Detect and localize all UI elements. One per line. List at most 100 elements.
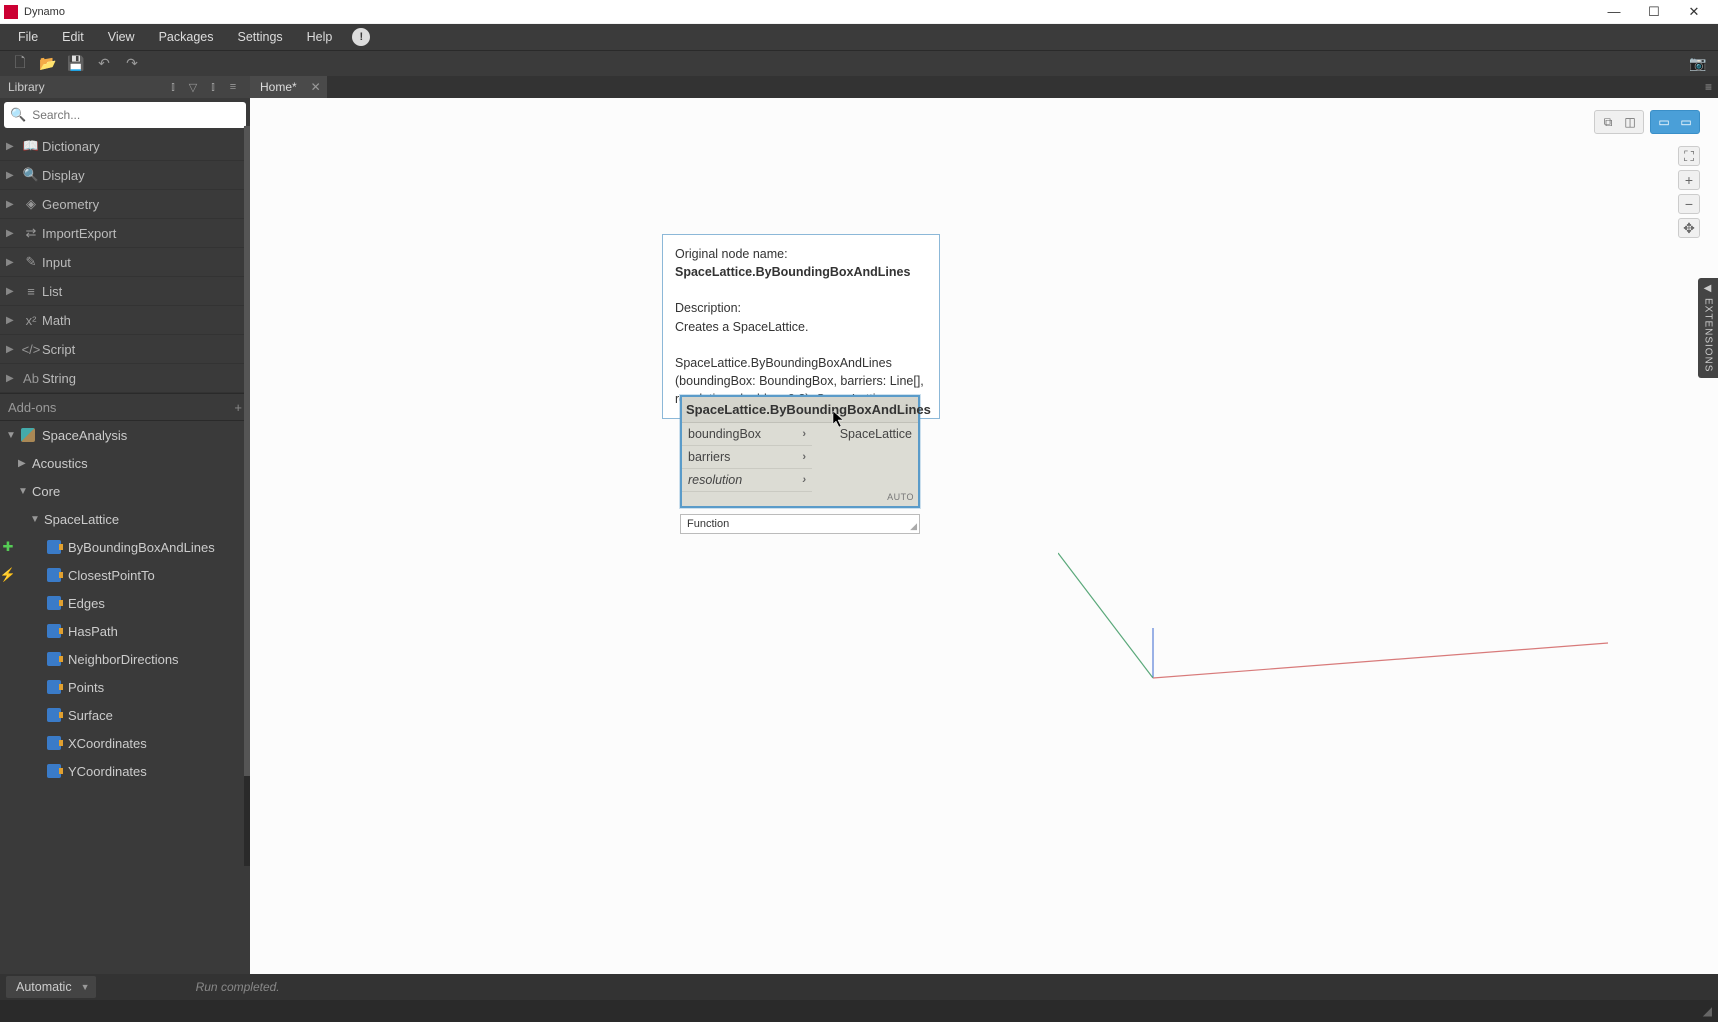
close-tab-icon[interactable]: ✕ bbox=[311, 80, 321, 94]
category-geometry[interactable]: ▶◈Geometry bbox=[0, 190, 250, 219]
workspace: Home* ✕ ≡ Original node name: SpaceLatti… bbox=[250, 76, 1718, 974]
search-icon: 🔍 bbox=[10, 107, 26, 123]
screenshot-button[interactable]: 📷 bbox=[1684, 53, 1712, 75]
category-importexport[interactable]: ▶⇄ImportExport bbox=[0, 219, 250, 248]
resize-handle-icon[interactable]: ◢ bbox=[910, 521, 917, 532]
tab-menu-icon[interactable]: ≡ bbox=[1705, 80, 1712, 94]
zoom-out-button[interactable]: − bbox=[1678, 194, 1700, 214]
graph-canvas[interactable]: Original node name: SpaceLattice.ByBound… bbox=[250, 98, 1718, 974]
dictionary-icon: 📖 bbox=[20, 138, 42, 154]
search-input[interactable] bbox=[32, 108, 240, 122]
redo-button[interactable]: ↷ bbox=[118, 53, 146, 75]
view-3d-toggle-group: ⧉ ◫ bbox=[1594, 110, 1644, 134]
notification-icon[interactable]: ! bbox=[352, 28, 370, 46]
tree-core[interactable]: ▼ Core bbox=[0, 477, 250, 505]
node-icon bbox=[46, 623, 62, 639]
category-dictionary[interactable]: ▶📖Dictionary bbox=[0, 132, 250, 161]
library-menu-icon[interactable]: ≡ bbox=[224, 78, 242, 96]
status-bar: Automatic ▼ Run completed. bbox=[0, 974, 1718, 1000]
tree-node-neighbordirections[interactable]: NeighborDirections bbox=[0, 645, 250, 673]
new-file-button[interactable]: 🗋 bbox=[6, 53, 34, 75]
view-box-icon[interactable]: ◫ bbox=[1619, 113, 1641, 131]
category-input[interactable]: ▶✎Input bbox=[0, 248, 250, 277]
library-title: Library bbox=[8, 80, 162, 94]
node-title[interactable]: SpaceLattice.ByBoundingBoxAndLines bbox=[682, 397, 918, 423]
menu-packages[interactable]: Packages bbox=[147, 26, 226, 48]
save-button[interactable]: 💾 bbox=[62, 53, 90, 75]
pan-button[interactable]: ✥ bbox=[1678, 218, 1700, 238]
node-icon bbox=[46, 707, 62, 723]
open-file-button[interactable]: 📂 bbox=[34, 53, 62, 75]
app-title: Dynamo bbox=[24, 6, 1594, 18]
tree-node-ycoordinates[interactable]: YCoordinates bbox=[0, 757, 250, 785]
tree-node-byboundingboxandlines[interactable]: ✚ ByBoundingBoxAndLines bbox=[0, 533, 250, 561]
run-mode-dropdown[interactable]: Automatic ▼ bbox=[6, 976, 96, 998]
tree-node-haspath[interactable]: HasPath bbox=[0, 617, 250, 645]
tab-bar: Home* ✕ ≡ bbox=[250, 76, 1718, 98]
status-message: Run completed. bbox=[196, 980, 280, 994]
node-icon bbox=[46, 651, 62, 667]
node-input-resolution[interactable]: resolution› bbox=[682, 469, 812, 492]
menu-edit[interactable]: Edit bbox=[50, 26, 96, 48]
category-string[interactable]: ▶AbString bbox=[0, 364, 250, 393]
close-button[interactable]: ✕ bbox=[1674, 0, 1714, 24]
minimize-button[interactable]: — bbox=[1594, 0, 1634, 24]
menu-settings[interactable]: Settings bbox=[225, 26, 294, 48]
view-link-icon[interactable]: ⧉ bbox=[1597, 113, 1619, 131]
canvas-view-controls: ⧉ ◫ ▭ ▭ bbox=[1594, 110, 1700, 134]
add-package-icon[interactable]: + bbox=[234, 400, 242, 415]
fit-view-button[interactable]: ⛶ bbox=[1678, 146, 1700, 166]
graph-node-spacelattice[interactable]: SpaceLattice.ByBoundingBoxAndLines bound… bbox=[680, 395, 920, 508]
node-input-barriers[interactable]: barriers› bbox=[682, 446, 812, 469]
resize-grip-icon[interactable]: ◢ bbox=[1703, 1004, 1712, 1018]
node-icon bbox=[46, 539, 62, 555]
library-list[interactable]: ▶📖Dictionary ▶🔍Display ▶◈Geometry ▶⇄Impo… bbox=[0, 132, 250, 974]
tree-node-points[interactable]: Points bbox=[0, 673, 250, 701]
tree-node-xcoordinates[interactable]: XCoordinates bbox=[0, 729, 250, 757]
tree-package-spaceanalysis[interactable]: ▼ SpaceAnalysis bbox=[0, 421, 250, 449]
menu-view[interactable]: View bbox=[96, 26, 147, 48]
extensions-panel-tab[interactable]: ◀ EXTENSIONS bbox=[1698, 278, 1718, 378]
node-output-spacelattice[interactable]: SpaceLattice bbox=[812, 423, 918, 492]
chevron-down-icon: ▼ bbox=[81, 982, 90, 992]
bottom-bar: ◢ bbox=[0, 1000, 1718, 1022]
node-preview-output[interactable]: Function ◢ bbox=[680, 514, 920, 534]
input-icon: ✎ bbox=[20, 254, 42, 270]
chevron-right-icon: › bbox=[802, 474, 806, 486]
category-math[interactable]: ▶x²Math bbox=[0, 306, 250, 335]
tab-home[interactable]: Home* ✕ bbox=[250, 76, 327, 98]
category-script[interactable]: ▶</>Script bbox=[0, 335, 250, 364]
library-search[interactable]: 🔍 bbox=[4, 102, 246, 128]
list-icon: ≡ bbox=[20, 284, 42, 299]
tree-node-surface[interactable]: Surface bbox=[0, 701, 250, 729]
node-icon bbox=[46, 763, 62, 779]
node-icon bbox=[46, 735, 62, 751]
package-icon bbox=[20, 427, 36, 443]
menu-file[interactable]: File bbox=[6, 26, 50, 48]
menu-help[interactable]: Help bbox=[295, 26, 345, 48]
view-graph-alt-icon[interactable]: ▭ bbox=[1675, 113, 1697, 131]
geometry-icon: ◈ bbox=[20, 196, 42, 212]
addons-header[interactable]: Add-ons + bbox=[0, 393, 250, 421]
tree-acoustics[interactable]: ▶ Acoustics bbox=[0, 449, 250, 477]
library-funnel-icon[interactable]: ▽ bbox=[184, 78, 202, 96]
zoom-in-button[interactable]: + bbox=[1678, 170, 1700, 190]
app-icon bbox=[4, 5, 18, 19]
view-graph-icon[interactable]: ▭ bbox=[1653, 113, 1675, 131]
tree-spacelattice[interactable]: ▼ SpaceLattice bbox=[0, 505, 250, 533]
tree-node-closestpointto[interactable]: ⚡ ClosestPointTo bbox=[0, 561, 250, 589]
node-tooltip: Original node name: SpaceLattice.ByBound… bbox=[662, 234, 940, 419]
category-display[interactable]: ▶🔍Display bbox=[0, 161, 250, 190]
library-panel: Library ⫾ ▽ ⫾ ≡ 🔍 ▶📖Dictionary ▶🔍Display… bbox=[0, 76, 250, 974]
library-filter-icon[interactable]: ⫾ bbox=[164, 78, 182, 96]
node-lacing-mode[interactable]: AUTO bbox=[682, 492, 918, 506]
undo-button[interactable]: ↶ bbox=[90, 53, 118, 75]
node-icon bbox=[46, 679, 62, 695]
node-icon bbox=[46, 595, 62, 611]
importexport-icon: ⇄ bbox=[20, 225, 42, 241]
tree-node-edges[interactable]: Edges bbox=[0, 589, 250, 617]
maximize-button[interactable]: ☐ bbox=[1634, 0, 1674, 24]
node-input-boundingbox[interactable]: boundingBox› bbox=[682, 423, 812, 446]
category-list[interactable]: ▶≡List bbox=[0, 277, 250, 306]
string-icon: Ab bbox=[20, 371, 42, 386]
